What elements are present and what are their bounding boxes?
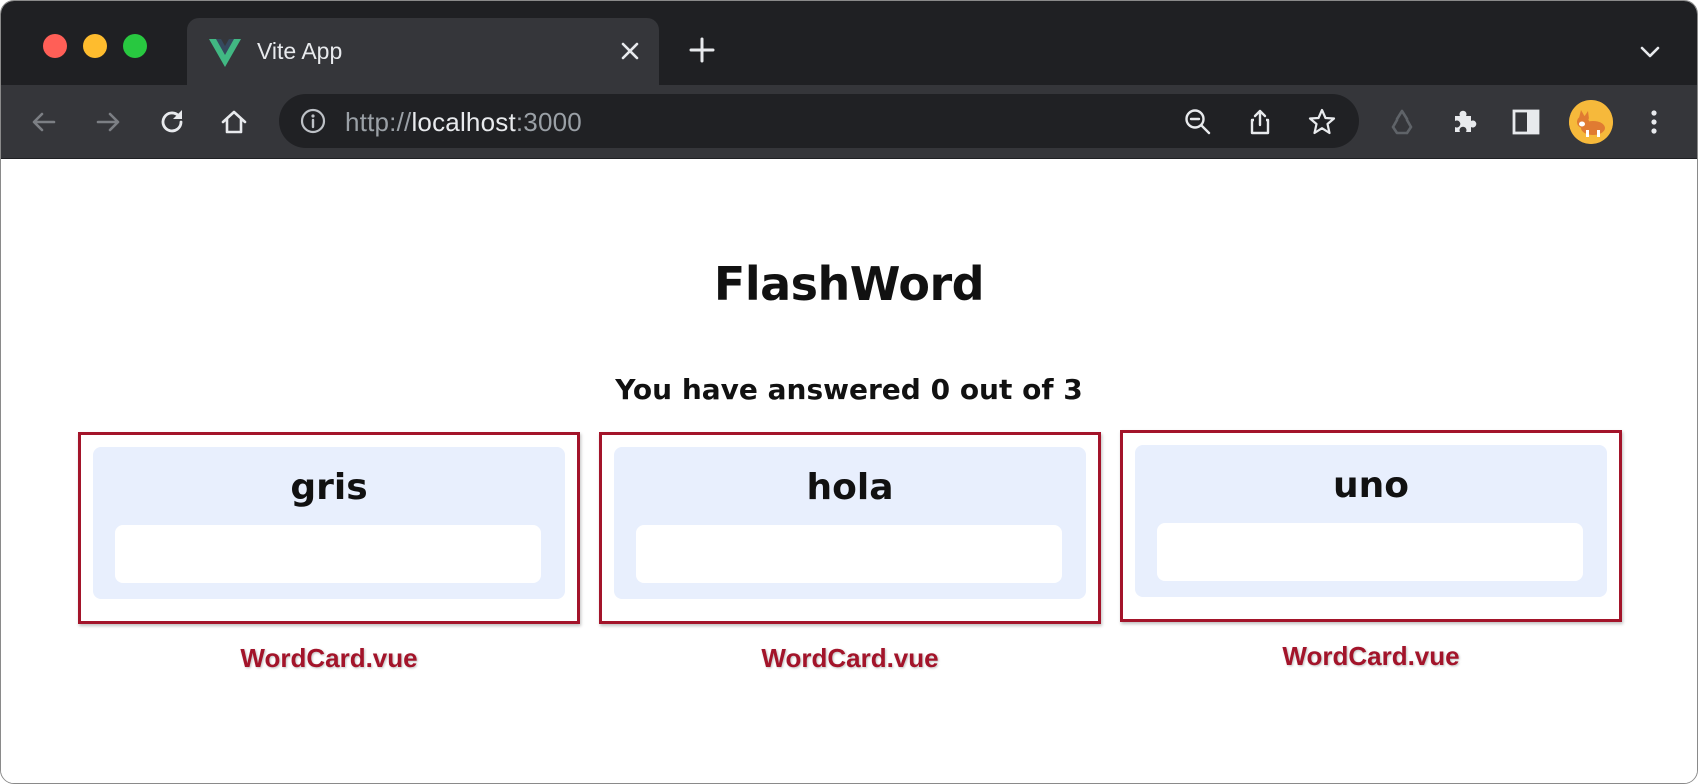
word-card: uno bbox=[1135, 445, 1607, 597]
puzzle-icon[interactable] bbox=[1447, 105, 1481, 139]
card-word: gris bbox=[290, 467, 368, 508]
url-scheme: http:// bbox=[345, 107, 412, 137]
back-arrow-icon[interactable] bbox=[27, 105, 61, 139]
avatar[interactable] bbox=[1569, 100, 1613, 144]
url-host: localhost bbox=[411, 107, 516, 137]
wordcard-annotation-box: uno bbox=[1120, 430, 1622, 622]
app-title: FlashWord bbox=[713, 257, 985, 311]
tab-search-icon[interactable] bbox=[1637, 41, 1663, 63]
component-label: WordCard.vue bbox=[240, 643, 418, 673]
card-word: uno bbox=[1333, 465, 1409, 506]
component-label: WordCard.vue bbox=[1282, 641, 1460, 671]
vue-logo-icon bbox=[209, 39, 241, 67]
browser-toolbar: http://localhost:3000 bbox=[1, 85, 1697, 159]
word-card: hola bbox=[614, 447, 1086, 599]
answer-input[interactable] bbox=[1157, 523, 1583, 581]
star-icon[interactable] bbox=[1307, 107, 1337, 137]
close-tab-icon[interactable] bbox=[617, 38, 643, 64]
reload-icon[interactable] bbox=[155, 105, 189, 139]
share-icon[interactable] bbox=[1245, 107, 1275, 137]
minimize-window-button[interactable] bbox=[83, 34, 107, 58]
browser-tab[interactable]: Vite App bbox=[187, 18, 659, 85]
card-word: hola bbox=[806, 467, 894, 508]
page-viewport: FlashWord You have answered 0 out of 3 g… bbox=[1, 159, 1697, 783]
kebab-menu-icon[interactable] bbox=[1637, 105, 1671, 139]
answer-input[interactable] bbox=[636, 525, 1062, 583]
component-label: WordCard.vue bbox=[761, 643, 939, 673]
tab-strip: Vite App bbox=[1, 1, 1697, 85]
url-text: http://localhost:3000 bbox=[345, 107, 582, 138]
forward-arrow-icon[interactable] bbox=[91, 105, 125, 139]
wordcard-annotation-box: gris bbox=[78, 432, 580, 624]
info-icon[interactable] bbox=[299, 107, 327, 135]
maximize-window-button[interactable] bbox=[123, 34, 147, 58]
recycle-icon[interactable] bbox=[1385, 105, 1419, 139]
close-window-button[interactable] bbox=[43, 34, 67, 58]
browser-window: Vite App http://localhost:3000 FlashWord… bbox=[0, 0, 1698, 784]
word-card: gris bbox=[93, 447, 565, 599]
home-icon[interactable] bbox=[217, 105, 251, 139]
answer-input[interactable] bbox=[115, 525, 541, 583]
side-panel-icon[interactable] bbox=[1509, 105, 1543, 139]
profile-image bbox=[1569, 100, 1613, 144]
new-tab-icon[interactable] bbox=[687, 35, 717, 65]
progress-text: You have answered 0 out of 3 bbox=[615, 373, 1083, 406]
tab-title: Vite App bbox=[257, 38, 343, 64]
address-bar[interactable]: http://localhost:3000 bbox=[279, 94, 1359, 148]
url-port: :3000 bbox=[515, 107, 582, 137]
zoom-out-icon[interactable] bbox=[1183, 107, 1213, 137]
wordcard-annotation-box: hola bbox=[599, 432, 1101, 624]
